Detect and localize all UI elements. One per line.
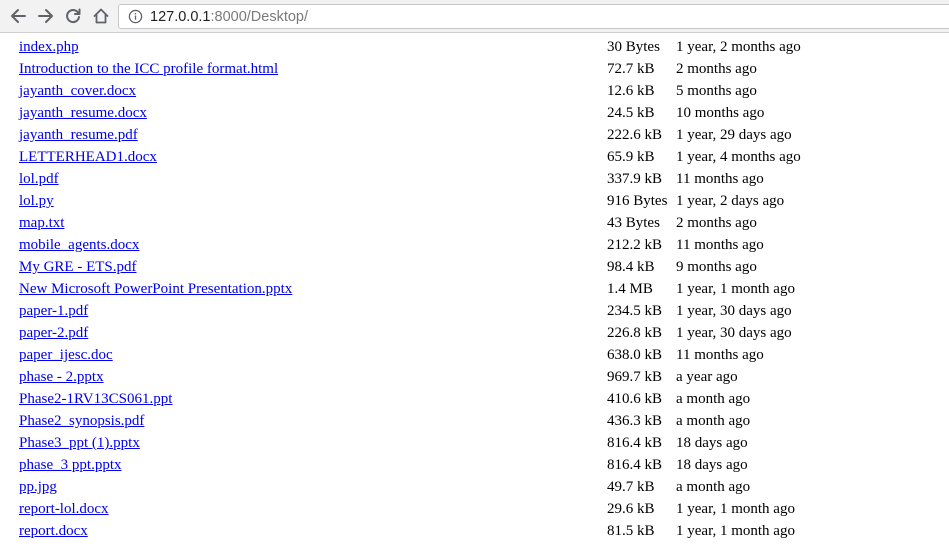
file-modified: 1 year, 30 days ago	[676, 303, 792, 319]
file-modified: a month ago	[676, 413, 751, 429]
file-modified: 10 months ago	[676, 105, 765, 121]
file-size: 410.6 kB	[607, 391, 663, 407]
file-modified: 2 months ago	[676, 215, 757, 231]
file-size: 436.3 kB	[607, 413, 663, 429]
file-size: 65.9 kB	[607, 149, 655, 165]
file-link[interactable]: lol.pdf	[19, 168, 59, 190]
file-modified: 18 days ago	[676, 435, 748, 451]
file-modified: 1 year, 1 month ago	[676, 501, 795, 517]
file-size: 816.4 kB	[607, 457, 663, 473]
address-bar[interactable]: 127.0.0.1:8000/Desktop/	[118, 4, 949, 29]
file-link[interactable]: New Microsoft PowerPoint Presentation.pp…	[19, 278, 292, 300]
url-path: :8000/Desktop/	[210, 9, 309, 25]
file-size: 234.5 kB	[607, 303, 663, 319]
file-modified: 2 months ago	[676, 61, 757, 77]
file-size: 29.6 kB	[607, 501, 655, 517]
file-size: 916 Bytes	[607, 193, 668, 209]
file-modified: 1 year, 1 month ago	[676, 523, 795, 539]
file-modified: 1 year, 1 month ago	[676, 281, 795, 297]
reload-icon	[66, 8, 81, 24]
file-modified: 1 year, 4 months ago	[676, 149, 801, 165]
file-link[interactable]: lol.py	[19, 190, 54, 212]
file-link[interactable]: My GRE - ETS.pdf	[19, 256, 137, 278]
file-link[interactable]: Phase2_synopsis.pdf	[19, 410, 144, 432]
file-modified: 1 year, 2 days ago	[676, 193, 785, 209]
home-button[interactable]	[90, 5, 112, 27]
file-link[interactable]: phase_3 ppt.pptx	[19, 454, 122, 476]
file-size: 43 Bytes	[607, 215, 660, 231]
info-icon[interactable]	[128, 9, 143, 24]
forward-button[interactable]	[35, 5, 57, 27]
file-link[interactable]: jayanth_resume.pdf	[19, 124, 138, 146]
file-size: 1.4 MB	[607, 281, 653, 297]
back-arrow-icon	[11, 9, 26, 23]
file-link[interactable]: Phase3_ppt (1).pptx	[19, 432, 140, 454]
reload-button[interactable]	[62, 5, 84, 27]
back-button[interactable]	[7, 5, 29, 27]
forward-arrow-icon	[38, 9, 53, 23]
file-modified: 1 year, 2 months ago	[676, 39, 801, 55]
file-size: 12.6 kB	[607, 83, 655, 99]
file-modified: 9 months ago	[676, 259, 757, 275]
file-link[interactable]: phase - 2.pptx	[19, 366, 104, 388]
file-size: 226.8 kB	[607, 325, 663, 341]
file-modified: 1 year, 30 days ago	[676, 325, 792, 341]
file-modified: 11 months ago	[676, 347, 764, 363]
home-icon	[93, 8, 109, 24]
file-size: 24.5 kB	[607, 105, 655, 121]
file-modified: 1 year, 29 days ago	[676, 127, 792, 143]
file-modified: 11 months ago	[676, 237, 764, 253]
file-size: 337.9 kB	[607, 171, 663, 187]
file-modified: a month ago	[676, 391, 751, 407]
file-link[interactable]: index.php	[19, 36, 79, 58]
file-size: 30 Bytes	[607, 39, 660, 55]
file-link[interactable]: report-lol.docx	[19, 498, 109, 520]
directory-listing-page: kepe.pdf992.0 kB1 year, 1 month agoindex…	[0, 33, 949, 548]
file-size: 816.4 kB	[607, 435, 663, 451]
file-modified: 18 days ago	[676, 457, 748, 473]
browser-toolbar: 127.0.0.1:8000/Desktop/	[0, 0, 949, 33]
file-link[interactable]: paper-2.pdf	[19, 322, 88, 344]
url-text[interactable]: 127.0.0.1:8000/Desktop/	[150, 8, 308, 26]
file-link[interactable]: LETTERHEAD1.docx	[19, 146, 157, 168]
file-size: 638.0 kB	[607, 347, 663, 363]
file-link[interactable]: mobile_agents.docx	[19, 234, 139, 256]
file-modified: a year ago	[676, 369, 738, 385]
file-link[interactable]: Phase2-1RV13CS061.ppt	[19, 388, 172, 410]
file-link[interactable]: paper-1.pdf	[19, 300, 88, 322]
file-modified: 5 months ago	[676, 83, 757, 99]
file-size: 49.7 kB	[607, 479, 655, 495]
file-modified: a month ago	[676, 479, 751, 495]
file-size: 98.4 kB	[607, 259, 655, 275]
file-size: 81.5 kB	[607, 523, 655, 539]
file-link[interactable]: pp.jpg	[19, 476, 57, 498]
file-link[interactable]: jayanth_cover.docx	[19, 80, 136, 102]
file-link[interactable]: jayanth_resume.docx	[19, 102, 147, 124]
file-size: 969.7 kB	[607, 369, 663, 385]
file-link[interactable]: paper_ijesc.doc	[19, 344, 113, 366]
file-size: 72.7 kB	[607, 61, 655, 77]
file-link[interactable]: report.docx	[19, 520, 88, 542]
file-link[interactable]: Introduction to the ICC profile format.h…	[19, 58, 278, 80]
url-host: 127.0.0.1	[150, 9, 211, 25]
file-size: 212.2 kB	[607, 237, 663, 253]
file-modified: 11 months ago	[676, 171, 764, 187]
file-link[interactable]: map.txt	[19, 212, 64, 234]
file-size: 222.6 kB	[607, 127, 663, 143]
